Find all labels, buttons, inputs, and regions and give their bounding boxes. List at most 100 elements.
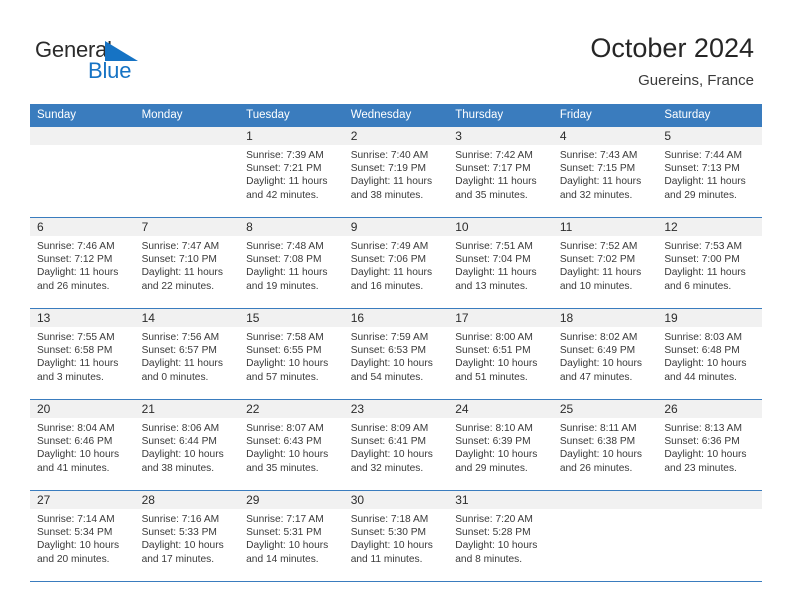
sunset-time: Sunset: 6:44 PM: [141, 436, 217, 448]
calendar-day-cell[interactable]: 1 Sunrise: 7:39 AM Sunset: 7:21 PM Daylight…: [239, 127, 344, 218]
calendar-day-cell[interactable]: 22 Sunrise: 8:07 AM Sunset: 6:43 PM Dayligh…: [239, 399, 344, 491]
calendar-table: Sunday Monday Tuesday Wednesday Thursday…: [30, 104, 762, 582]
daylight-duration-line1: Daylight: 10 hours: [455, 449, 538, 461]
day-details: Sunrise: 7:51 AM Sunset: 7:04 PM Daylight:…: [448, 236, 553, 293]
day-number: [134, 127, 240, 145]
day-number: 12: [657, 218, 762, 236]
day-number: 29: [239, 491, 344, 509]
calendar-day-cell[interactable]: 17 Sunrise: 8:00 AM Sunset: 6:51 PM Dayligh…: [448, 308, 553, 400]
calendar-page: General Blue October 2024 Guereins, Fran…: [0, 0, 792, 612]
calendar-day-cell[interactable]: 11 Sunrise: 7:52 AM Sunset: 7:02 PM Dayligh…: [552, 217, 658, 309]
calendar-day-cell[interactable]: 21 Sunrise: 8:06 AM Sunset: 6:44 PM Dayligh…: [134, 399, 240, 491]
sunset-time: Sunset: 6:39 PM: [455, 436, 531, 448]
daylight-duration-line1: Daylight: 11 hours: [37, 358, 119, 370]
page-header: General Blue October 2024 Guereins, Fran…: [0, 0, 792, 104]
daylight-duration-line2: and 57 minutes.: [246, 371, 319, 383]
sunset-time: Sunset: 7:06 PM: [350, 254, 427, 266]
calendar-day-cell[interactable]: 19 Sunrise: 8:03 AM Sunset: 6:48 PM Dayligh…: [657, 308, 762, 400]
daylight-duration-line2: and 22 minutes.: [141, 280, 215, 292]
sunrise-time: Sunrise: 7:47 AM: [141, 241, 220, 252]
sunset-time: Sunset: 5:33 PM: [141, 527, 217, 539]
calendar-day-cell[interactable]: 31 Sunrise: 7:20 AM Sunset: 5:28 PM Dayligh…: [448, 490, 553, 582]
calendar-day-cell[interactable]: 15 Sunrise: 7:58 AM Sunset: 6:55 PM Dayligh…: [239, 308, 344, 400]
day-details: [30, 145, 135, 149]
sunrise-time: Sunrise: 7:44 AM: [664, 150, 742, 161]
day-number: 13: [30, 309, 135, 327]
day-cell-inner: 25 Sunrise: 8:11 AM Sunset: 6:38 PM Dayligh…: [552, 400, 658, 490]
day-cell-inner: 10 Sunrise: 7:51 AM Sunset: 7:04 PM Dayligh…: [448, 218, 553, 308]
day-cell-inner: 7 Sunrise: 7:47 AM Sunset: 7:10 PM Daylight…: [134, 218, 240, 308]
daylight-duration-line2: and 23 minutes.: [664, 462, 737, 474]
day-cell-inner: 1 Sunrise: 7:39 AM Sunset: 7:21 PM Daylight…: [239, 127, 344, 217]
general-blue-logo[interactable]: General Blue: [35, 38, 165, 88]
sunset-time: Sunset: 6:49 PM: [559, 345, 636, 357]
day-number: 27: [30, 491, 135, 509]
calendar-day-cell[interactable]: 23 Sunrise: 8:09 AM Sunset: 6:41 PM Dayligh…: [343, 399, 449, 491]
daylight-duration-line2: and 26 minutes.: [559, 462, 633, 474]
sunset-time: Sunset: 6:43 PM: [246, 436, 322, 448]
calendar-day-cell[interactable]: 18 Sunrise: 8:02 AM Sunset: 6:49 PM Dayligh…: [552, 308, 658, 400]
day-details: Sunrise: 8:04 AM Sunset: 6:46 PM Daylight:…: [30, 418, 135, 475]
calendar-day-cell[interactable]: 9 Sunrise: 7:49 AM Sunset: 7:06 PM Daylight…: [343, 217, 449, 309]
weekday-header-monday: Monday: [134, 104, 240, 127]
calendar-week-row: 1 Sunrise: 7:39 AM Sunset: 7:21 PM Daylight…: [30, 127, 762, 218]
daylight-duration-line1: Daylight: 11 hours: [37, 267, 119, 279]
day-details: Sunrise: 7:48 AM Sunset: 7:08 PM Daylight:…: [239, 236, 344, 293]
day-details: Sunrise: 8:11 AM Sunset: 6:38 PM Daylight:…: [553, 418, 658, 475]
daylight-duration-line2: and 20 minutes.: [37, 553, 110, 565]
day-details: Sunrise: 7:44 AM Sunset: 7:13 PM Daylight:…: [657, 145, 762, 202]
sunset-time: Sunset: 7:08 PM: [246, 254, 322, 266]
calendar-day-cell[interactable]: 16 Sunrise: 7:59 AM Sunset: 6:53 PM Dayligh…: [343, 308, 449, 400]
day-number: 6: [30, 218, 135, 236]
calendar-day-cell[interactable]: 7 Sunrise: 7:47 AM Sunset: 7:10 PM Daylight…: [134, 217, 240, 309]
calendar-day-cell[interactable]: 20 Sunrise: 8:04 AM Sunset: 6:46 PM Dayligh…: [30, 399, 135, 491]
calendar-day-cell[interactable]: 13 Sunrise: 7:55 AM Sunset: 6:58 PM Dayligh…: [30, 308, 135, 400]
sunrise-time: Sunrise: 7:59 AM: [350, 332, 429, 343]
day-number: 11: [552, 218, 658, 236]
calendar-day-cell[interactable]: 3 Sunrise: 7:42 AM Sunset: 7:17 PM Daylight…: [448, 127, 553, 218]
day-details: Sunrise: 7:14 AM Sunset: 5:34 PM Daylight:…: [30, 509, 135, 566]
daylight-duration-line2: and 35 minutes.: [455, 189, 528, 201]
sunset-time: Sunset: 6:36 PM: [664, 436, 740, 448]
daylight-duration-line1: Daylight: 11 hours: [664, 267, 746, 279]
sunset-time: Sunset: 7:21 PM: [246, 163, 322, 175]
calendar-day-cell[interactable]: 26 Sunrise: 8:13 AM Sunset: 6:36 PM Dayligh…: [657, 399, 762, 491]
daylight-duration-line1: Daylight: 11 hours: [664, 176, 746, 188]
calendar-day-cell[interactable]: 6 Sunrise: 7:46 AM Sunset: 7:12 PM Daylight…: [30, 217, 135, 309]
sunset-time: Sunset: 6:46 PM: [37, 436, 113, 448]
calendar-day-cell[interactable]: 29 Sunrise: 7:17 AM Sunset: 5:31 PM Dayligh…: [239, 490, 344, 582]
page-title: October 2024: [590, 33, 754, 63]
daylight-duration-line1: Daylight: 10 hours: [350, 358, 433, 370]
day-details: [553, 509, 658, 513]
daylight-duration-line2: and 42 minutes.: [246, 189, 319, 201]
calendar-week-row: 6 Sunrise: 7:46 AM Sunset: 7:12 PM Daylight…: [30, 217, 762, 309]
day-details: Sunrise: 7:18 AM Sunset: 5:30 PM Daylight:…: [344, 509, 449, 566]
day-number: 25: [552, 400, 658, 418]
day-number: 5: [657, 127, 762, 145]
day-cell-inner: 27 Sunrise: 7:14 AM Sunset: 5:34 PM Dayligh…: [30, 491, 135, 581]
day-number: 26: [657, 400, 762, 418]
calendar-week-row: 27 Sunrise: 7:14 AM Sunset: 5:34 PM Dayligh…: [30, 490, 762, 582]
calendar-day-cell[interactable]: 27 Sunrise: 7:14 AM Sunset: 5:34 PM Dayligh…: [30, 490, 135, 582]
calendar-day-cell[interactable]: 12 Sunrise: 7:53 AM Sunset: 7:00 PM Dayligh…: [657, 217, 762, 309]
calendar-day-cell[interactable]: 24 Sunrise: 8:10 AM Sunset: 6:39 PM Dayligh…: [448, 399, 553, 491]
calendar-day-cell[interactable]: 30 Sunrise: 7:18 AM Sunset: 5:30 PM Dayligh…: [343, 490, 449, 582]
day-details: Sunrise: 7:16 AM Sunset: 5:33 PM Daylight:…: [135, 509, 240, 566]
calendar-day-cell[interactable]: 28 Sunrise: 7:16 AM Sunset: 5:33 PM Dayligh…: [134, 490, 240, 582]
day-number: 31: [448, 491, 553, 509]
calendar-day-cell-empty: [552, 490, 658, 582]
sunset-time: Sunset: 7:12 PM: [37, 254, 113, 266]
day-number: 3: [448, 127, 553, 145]
calendar-day-cell[interactable]: 5 Sunrise: 7:44 AM Sunset: 7:13 PM Daylight…: [657, 127, 762, 218]
day-cell-inner: 18 Sunrise: 8:02 AM Sunset: 6:49 PM Dayligh…: [552, 309, 658, 399]
calendar-day-cell[interactable]: 8 Sunrise: 7:48 AM Sunset: 7:08 PM Daylight…: [239, 217, 344, 309]
calendar-day-cell[interactable]: 10 Sunrise: 7:51 AM Sunset: 7:04 PM Dayligh…: [448, 217, 553, 309]
daylight-duration-line2: and 0 minutes.: [141, 371, 209, 383]
calendar-day-cell[interactable]: 25 Sunrise: 8:11 AM Sunset: 6:38 PM Dayligh…: [552, 399, 658, 491]
day-number: 16: [343, 309, 449, 327]
sunrise-time: Sunrise: 8:11 AM: [559, 423, 637, 434]
daylight-duration-line2: and 51 minutes.: [455, 371, 528, 383]
calendar-day-cell[interactable]: 2 Sunrise: 7:40 AM Sunset: 7:19 PM Daylight…: [343, 127, 449, 218]
calendar-day-cell[interactable]: 14 Sunrise: 7:56 AM Sunset: 6:57 PM Dayligh…: [134, 308, 240, 400]
calendar-day-cell[interactable]: 4 Sunrise: 7:43 AM Sunset: 7:15 PM Daylight…: [552, 127, 658, 218]
